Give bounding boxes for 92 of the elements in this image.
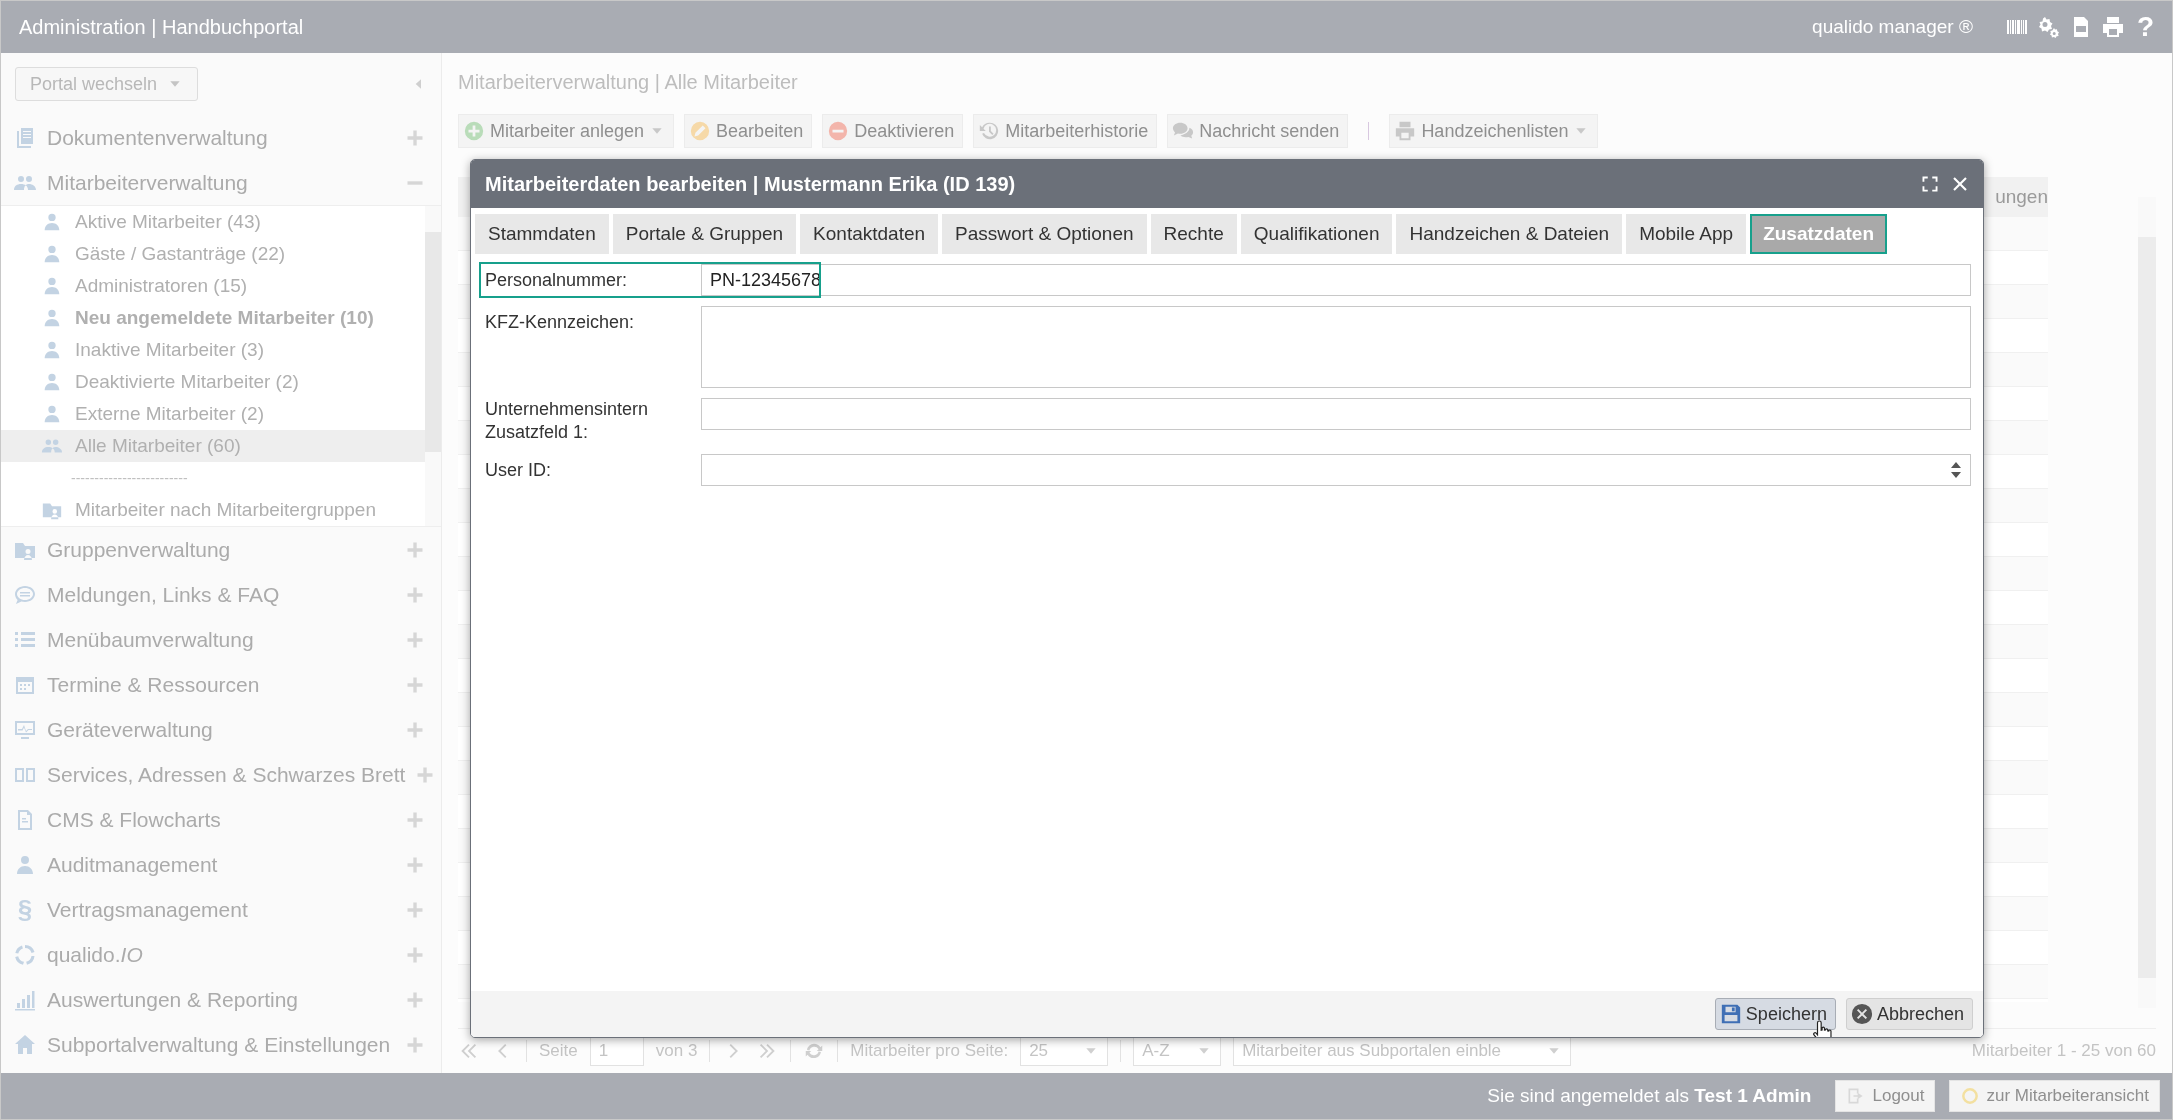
tab[interactable]: Qualifikationen: [1240, 214, 1393, 254]
page-label: Seite: [539, 1041, 578, 1061]
select-field[interactable]: [701, 454, 1971, 486]
sidebar-section[interactable]: § Vertragsmanagement: [1, 887, 441, 932]
app-title: Administration | Handbuchportal: [19, 15, 304, 39]
tab[interactable]: Kontaktdaten: [800, 214, 939, 254]
sidebar-section[interactable]: Auswertungen & Reporting: [1, 977, 441, 1022]
login-info: Sie sind angemeldet als Test 1 Admin: [1487, 1085, 1812, 1107]
toolbar-button[interactable]: Mitarbeiterhistorie: [973, 114, 1158, 148]
page-input[interactable]: 1: [589, 1036, 644, 1066]
section-label: Auswertungen & Reporting: [47, 987, 299, 1012]
sidebar-section[interactable]: Mitarbeiterverwaltung: [1, 160, 441, 205]
sidebar-item[interactable]: Gäste / Gastanträge (22): [1, 238, 425, 270]
tab[interactable]: Zusatzdaten: [1750, 214, 1887, 254]
sidebar-item[interactable]: Alle Mitarbeiter (60): [1, 430, 425, 462]
sidebar-item[interactable]: Deaktivierte Mitarbeiter (2): [1, 366, 425, 398]
input-field[interactable]: PN-12345678: [701, 264, 1971, 296]
product-name: qualido manager ®: [1812, 16, 1973, 38]
toolbar-button[interactable]: Bearbeiten: [684, 114, 813, 148]
sidebar-item[interactable]: Externe Mitarbeiter (2): [1, 398, 425, 430]
section-label: Dokumentenverwaltung: [47, 125, 269, 150]
section-label: Vertragsmanagement: [47, 897, 249, 922]
input-field[interactable]: [701, 398, 1971, 430]
field-label: Personalnummer:: [485, 269, 629, 292]
page-title: Mitarbeiterverwaltung | Alle Mitarbeiter: [458, 70, 799, 95]
dialog-button[interactable]: Abbrechen: [1845, 998, 1973, 1030]
sidebar-section[interactable]: Gruppenverwaltung: [1, 527, 441, 572]
gears-icon[interactable]: [2036, 15, 2061, 39]
field-label: KFZ-Kennzeichen:: [485, 311, 636, 334]
sidebar-item[interactable]: Mitarbeiter nach Mitarbeitergruppen: [1, 494, 425, 526]
paragraph-icon: §: [13, 894, 37, 925]
column-header: ungen: [1995, 186, 2048, 208]
portal-select[interactable]: Portal wechseln: [15, 67, 199, 101]
sidebar-section[interactable]: Menübaumverwaltung: [1, 617, 441, 662]
sidebar-section[interactable]: qualido.IO: [1, 932, 441, 977]
text-area[interactable]: [701, 306, 1971, 388]
section-label: Subportalverwaltung & Einstellungen: [47, 1032, 392, 1057]
sort-select[interactable]: A-Z: [1133, 1036, 1222, 1066]
tab[interactable]: Handzeichen & Dateien: [1396, 214, 1623, 254]
section-label: Services, Adressen & Schwarzes Brett: [47, 762, 406, 787]
section-label: Menübaumverwaltung: [47, 627, 255, 652]
sidebar-item[interactable]: Neu angemeldete Mitarbeiter (10): [1, 302, 425, 334]
tab[interactable]: Rechte: [1150, 214, 1237, 254]
sidebar-section[interactable]: Subportalverwaltung & Einstellungen: [1, 1022, 441, 1067]
subportal-select[interactable]: Mitarbeiter aus Subportalen einble: [1233, 1036, 1572, 1066]
section-label: Mitarbeiterverwaltung: [47, 170, 249, 195]
house-icon: [13, 1032, 37, 1057]
tab[interactable]: Mobile App: [1626, 214, 1747, 254]
sidebar-section[interactable]: CMS & Flowcharts: [1, 797, 441, 842]
toolbar-button[interactable]: Nachricht senden: [1167, 114, 1349, 148]
per-page-label: Mitarbeiter pro Seite:: [850, 1041, 1009, 1061]
section-label: Geräteverwaltung: [47, 717, 214, 742]
sidebar-section[interactable]: Meldungen, Links & FAQ: [1, 572, 441, 617]
section-label: Gruppenverwaltung: [47, 537, 232, 562]
status-button[interactable]: Logout: [1835, 1080, 1936, 1112]
history-icon: [978, 120, 1001, 142]
cancel-icon: [1850, 1003, 1873, 1025]
dialog-title: Mitarbeiterdaten bearbeiten | Mustermann Erika (ID 139): [485, 172, 1017, 196]
sidebar-section[interactable]: Auditmanagement: [1, 842, 441, 887]
tab[interactable]: Stammdaten: [475, 214, 609, 254]
ring-icon: [13, 942, 37, 967]
section-label: Auditmanagement: [47, 852, 219, 877]
toolbar-button[interactable]: Mitarbeiter anlegen: [458, 114, 675, 148]
sidebar-section[interactable]: Geräteverwaltung: [1, 707, 441, 752]
section-label: CMS & Flowcharts: [47, 807, 222, 832]
maximize-icon[interactable]: [1921, 175, 1939, 193]
sidebar-section[interactable]: Termine & Ressourcen: [1, 662, 441, 707]
tab[interactable]: Passwort & Optionen: [942, 214, 1147, 254]
sidebar-item[interactable]: Aktive Mitarbeiter (43): [1, 206, 425, 238]
close-icon[interactable]: [1951, 175, 1969, 193]
per-page-select[interactable]: 25: [1020, 1036, 1109, 1066]
separator-line: -------------------------: [71, 470, 188, 486]
sidebar-item[interactable]: Administratoren (15): [1, 270, 425, 302]
toolbar-button[interactable]: Handzeichenlisten: [1389, 114, 1599, 148]
help-icon[interactable]: ?: [2136, 13, 2154, 41]
page-count: von 3: [655, 1041, 698, 1061]
tab[interactable]: Portale & Gruppen: [612, 214, 797, 254]
ring-icon: [1960, 1086, 1981, 1106]
record-range: Mitarbeiter 1 - 25 von 60: [1971, 1041, 2156, 1061]
field-label: Unternehmensintern Zusatzfeld 1:: [485, 398, 650, 444]
section-label: Meldungen, Links & FAQ: [47, 582, 281, 607]
status-button[interactable]: zur Mitarbeiteransicht: [1949, 1080, 2160, 1112]
sidebar-section[interactable]: Dokumentenverwaltung: [1, 115, 441, 160]
printer-icon: [1394, 120, 1417, 142]
section-label: qualido.IO: [47, 942, 144, 967]
sidebar-item[interactable]: Inaktive Mitarbeiter (3): [1, 334, 425, 366]
section-label: Termine & Ressourcen: [47, 672, 261, 697]
toolbar-button[interactable]: Deaktivieren: [822, 114, 964, 148]
printer-icon[interactable]: [2100, 15, 2125, 39]
field-label: User ID:: [485, 459, 552, 482]
up-down-arrows-icon: [1950, 461, 1962, 479]
sidebar-section[interactable]: Services, Adressen & Schwarzes Brett: [1, 752, 441, 797]
